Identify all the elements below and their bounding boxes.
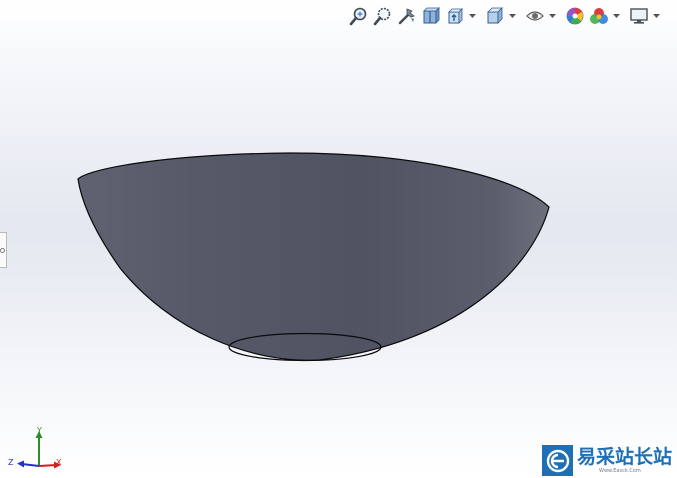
triad-z-label: Z — [8, 458, 14, 467]
bowl-model[interactable] — [0, 0, 677, 477]
bowl-body[interactable] — [77, 152, 550, 361]
z-axis-arrow — [17, 460, 24, 468]
triad-y-label: Y — [37, 426, 42, 435]
watermark-logo-icon — [542, 445, 573, 476]
graphics-viewport[interactable]: Y Z X 易采站长站 Www.Easck.Com — [0, 0, 677, 477]
watermark-title: 易采站长站 — [577, 446, 673, 468]
watermark-subtitle: Www.Easck.Com — [599, 468, 641, 474]
triad-x-label: X — [56, 458, 62, 467]
z-axis — [21, 463, 40, 467]
watermark: 易采站长站 Www.Easck.Com — [542, 444, 677, 477]
reference-triad: Y Z X — [8, 426, 68, 474]
